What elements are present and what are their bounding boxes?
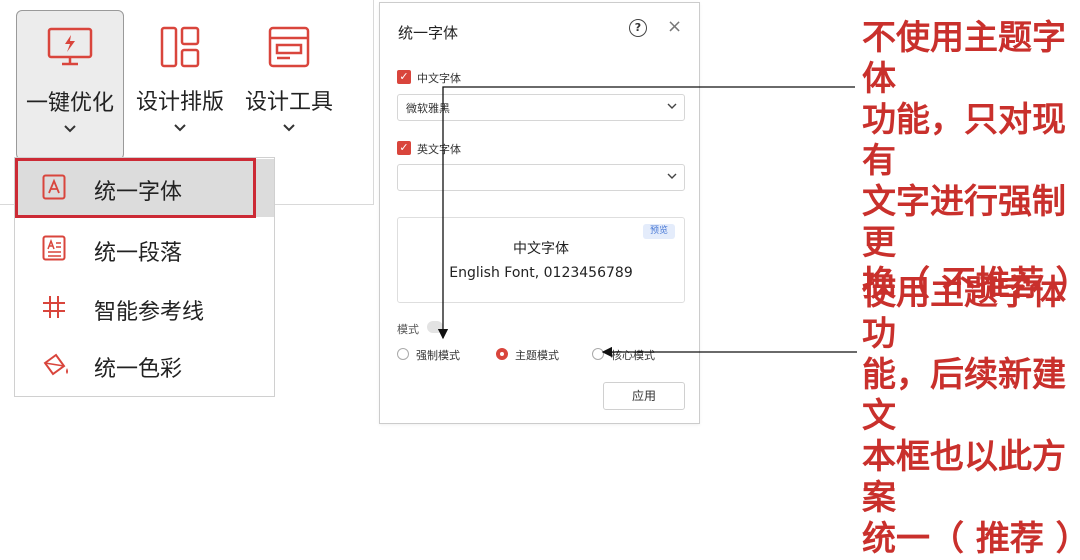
- apply-button[interactable]: 应用: [603, 382, 685, 410]
- menu-item-unify-paragraph[interactable]: 统一段落: [15, 220, 274, 278]
- monitor-lightning-icon: [47, 27, 93, 66]
- annotation-line: 使用主题字体功: [862, 273, 1066, 354]
- annotation-line: 本框也以此方案: [862, 437, 1066, 518]
- ribbon-button-label: 设计工具: [244, 90, 333, 115]
- paragraph-icon: [42, 235, 66, 261]
- chevron-down-icon: [283, 124, 295, 132]
- preview-badge: 预览: [643, 224, 675, 239]
- menu-item-smart-guides[interactable]: 智能参考线: [15, 279, 274, 337]
- force-mode-label[interactable]: 强制模式: [416, 347, 460, 363]
- en-font-select[interactable]: [397, 164, 685, 191]
- annotation-theme-mode: 使用主题字体功 能，后续新建文 本框也以此方案 统一（ 推荐 ）: [862, 273, 1080, 560]
- mode-info-toggle[interactable]: [427, 321, 443, 333]
- ribbon-button-label: 一键优化: [25, 91, 114, 116]
- preview-en-text: English Font, 0123456789: [449, 265, 633, 281]
- theme-mode-label[interactable]: 主题模式: [515, 347, 559, 363]
- preview-cn-text: 中文字体: [513, 241, 569, 257]
- unify-font-dialog: 统一字体 ? × ✓ 中文字体 微软雅黑 ✓ 英文字体 预览 中文字体 Engl…: [379, 2, 700, 424]
- cn-font-label: 中文字体: [417, 72, 461, 85]
- annotation-line: 不使用主题字体: [862, 18, 1066, 99]
- ribbon-button-label: 设计排版: [135, 90, 224, 115]
- chevron-down-icon: [64, 125, 76, 133]
- cn-font-select[interactable]: 微软雅黑: [397, 94, 685, 121]
- annotation-line: 功能，只对现有: [862, 100, 1066, 181]
- mode-label: 模式: [397, 323, 419, 336]
- layout-grid-icon: [160, 26, 200, 68]
- chevron-down-icon: [667, 173, 677, 179]
- help-icon[interactable]: ?: [629, 19, 647, 37]
- force-mode-radio[interactable]: [397, 348, 409, 360]
- design-layout-button[interactable]: 设计排版: [127, 10, 233, 158]
- annotation-force-mode: 不使用主题字体 功能，只对现有 文字进行强制更 换（ 不推荐 ）: [862, 18, 1080, 305]
- annotation-line: 文字进行强制更: [862, 182, 1066, 263]
- theme-mode-radio[interactable]: [496, 348, 508, 360]
- menu-item-label: 统一色彩: [94, 357, 183, 382]
- hashtag-guides-icon: [43, 296, 65, 318]
- annotation-line: 统一（ 推荐 ）: [862, 519, 1080, 559]
- font-preview-box: 预览 中文字体 English Font, 0123456789: [397, 217, 685, 303]
- cn-font-checkbox[interactable]: ✓: [397, 70, 411, 84]
- chevron-down-icon: [667, 103, 677, 109]
- cn-font-value: 微软雅黑: [406, 102, 450, 115]
- tool-window-icon: [268, 26, 310, 68]
- design-tools-button[interactable]: 设计工具: [236, 10, 342, 158]
- core-mode-label[interactable]: 核心模式: [611, 347, 655, 363]
- core-mode-radio[interactable]: [592, 348, 604, 360]
- menu-item-label: 智能参考线: [94, 300, 205, 325]
- one-click-optimize-button[interactable]: 一键优化: [16, 10, 124, 160]
- selected-item-highlight: [15, 158, 256, 218]
- annotation-line: 能，后续新建文: [862, 355, 1066, 436]
- paint-bucket-icon: [43, 353, 68, 376]
- close-icon[interactable]: ×: [667, 16, 682, 37]
- en-font-label: 英文字体: [417, 143, 461, 156]
- chevron-down-icon: [174, 124, 186, 132]
- en-font-checkbox[interactable]: ✓: [397, 141, 411, 155]
- dialog-title: 统一字体: [398, 24, 459, 42]
- menu-item-label: 统一段落: [94, 241, 183, 266]
- menu-item-unify-color[interactable]: 统一色彩: [15, 336, 274, 394]
